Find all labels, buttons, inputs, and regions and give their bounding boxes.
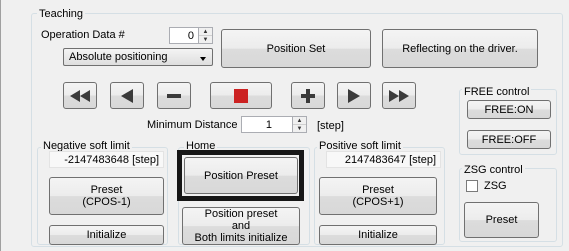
positioning-mode-select[interactable]: Absolute positioning xyxy=(63,48,213,66)
preset-label: Preset xyxy=(362,184,394,196)
fast-reverse-button[interactable] xyxy=(63,82,97,109)
minimum-distance-spinner[interactable]: ▲ ▼ xyxy=(293,116,307,133)
teaching-group-title: Teaching xyxy=(37,8,86,20)
operation-data-input[interactable]: 0 xyxy=(169,27,199,44)
position-set-button[interactable]: Position Set xyxy=(221,29,371,68)
free-off-button[interactable]: FREE:OFF xyxy=(467,130,551,149)
stop-icon xyxy=(234,88,248,103)
positive-initialize-button[interactable]: Initialize xyxy=(319,225,437,245)
operation-data-label: Operation Data # xyxy=(41,29,125,41)
fast-forward-icon xyxy=(389,89,409,102)
fast-reverse-icon xyxy=(70,89,90,102)
negative-soft-limit-readout: -2147483648 [step] xyxy=(49,151,164,168)
zsg-preset-button[interactable]: Preset xyxy=(464,202,539,238)
reflecting-on-driver-button[interactable]: Reflecting on the driver. xyxy=(382,29,538,68)
positive-soft-limit-readout: 2147483647 [step] xyxy=(326,151,441,168)
preset-cpos-plus-button[interactable]: Preset (CPOS+1) xyxy=(319,177,437,215)
preset-label: Preset xyxy=(90,184,123,196)
minus-button[interactable] xyxy=(157,82,191,109)
positive-soft-limit-unit: [step] xyxy=(409,153,436,166)
preset-cpos-minus-button[interactable]: Preset (CPOS-1) xyxy=(49,177,164,215)
both-label-line-2: and xyxy=(231,220,251,232)
forward-icon xyxy=(348,88,360,103)
spin-down-icon[interactable]: ▼ xyxy=(199,35,212,43)
position-preset-both-limits-button[interactable]: Position preset and Both limits initiali… xyxy=(182,207,300,245)
positioning-mode-value: Absolute positioning xyxy=(69,51,168,63)
zsg-checkbox-label[interactable]: ZSG xyxy=(484,180,507,192)
spin-up-icon[interactable]: ▲ xyxy=(293,117,306,124)
negative-soft-limit-value: -2147483648 xyxy=(64,153,130,166)
spin-down-icon[interactable]: ▼ xyxy=(293,124,306,132)
free-control-title: FREE control xyxy=(462,86,532,98)
operation-data-spinner[interactable]: ▲ ▼ xyxy=(199,27,213,44)
position-preset-highlight-frame xyxy=(177,150,304,201)
both-label-line-3: Both limits initialize xyxy=(194,232,288,244)
minimum-distance-unit: [step] xyxy=(317,120,344,132)
teaching-window: Teaching Operation Data # 0 ▲ ▼ Absolute… xyxy=(0,0,569,251)
cpos-plus-label: (CPOS+1) xyxy=(352,196,404,208)
cpos-minus-label: (CPOS-1) xyxy=(82,196,131,208)
both-label-line-1: Position preset xyxy=(204,208,278,220)
zsg-control-title: ZSG control xyxy=(462,164,525,176)
dropdown-arrow-icon xyxy=(200,57,206,61)
plus-icon xyxy=(301,88,315,103)
negative-initialize-button[interactable]: Initialize xyxy=(49,225,164,245)
free-on-button[interactable]: FREE:ON xyxy=(467,100,551,119)
stop-button[interactable] xyxy=(210,82,272,109)
zsg-checkbox[interactable] xyxy=(466,180,478,192)
reverse-icon xyxy=(121,88,133,103)
plus-button[interactable] xyxy=(291,82,325,109)
minimum-distance-input[interactable]: 1 xyxy=(241,116,293,133)
forward-button[interactable] xyxy=(337,82,371,109)
minus-icon xyxy=(167,93,181,98)
fast-forward-button[interactable] xyxy=(382,82,416,109)
spin-up-icon[interactable]: ▲ xyxy=(199,28,212,35)
negative-soft-limit-unit: [step] xyxy=(132,153,159,166)
reverse-button[interactable] xyxy=(110,82,144,109)
positive-soft-limit-value: 2147483647 xyxy=(344,153,407,166)
minimum-distance-label: Minimum Distance xyxy=(147,119,238,131)
